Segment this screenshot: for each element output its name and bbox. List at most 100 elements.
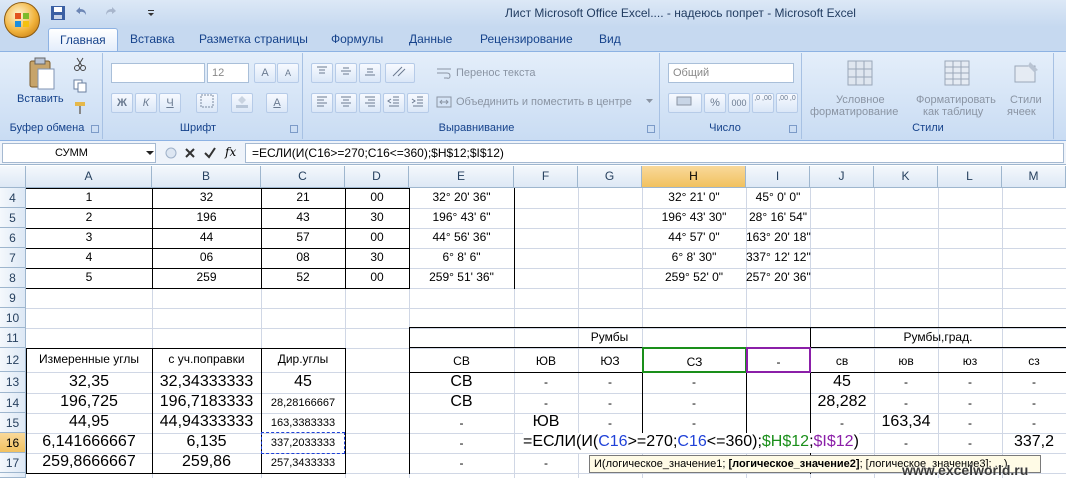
merge-dropdown-icon[interactable] (646, 99, 653, 104)
cell-l16[interactable]: - (938, 436, 1002, 450)
cell-g15[interactable]: - (578, 416, 642, 430)
row-header-15[interactable]: 15 (0, 413, 26, 433)
cell-b5[interactable]: 196 (152, 210, 261, 224)
wrap-text-button[interactable]: Перенос текста (456, 67, 536, 79)
cell-h6[interactable]: 44° 57' 0" (642, 230, 746, 244)
cell-f17[interactable]: - (514, 456, 578, 470)
cell-c5[interactable]: 43 (261, 210, 345, 224)
align-center-button[interactable] (335, 93, 357, 113)
cell-b15[interactable]: 44,94333333 (152, 413, 261, 431)
cell-k13[interactable]: - (874, 375, 938, 389)
font-color-button[interactable]: A (266, 93, 288, 113)
cell-c14[interactable]: 28,28166667 (261, 397, 345, 409)
select-all-corner[interactable] (0, 166, 26, 188)
col-header-j[interactable]: J (810, 166, 874, 188)
cell-g13[interactable]: - (578, 375, 642, 389)
cell-j13[interactable]: 45 (810, 373, 874, 391)
cell-a14[interactable]: 196,725 (26, 393, 152, 411)
cell-e4[interactable]: 32° 20' 36" (409, 190, 514, 204)
insert-function-button[interactable]: fx (225, 145, 236, 159)
cell-b4[interactable]: 32 (152, 190, 261, 204)
cell-h8[interactable]: 259° 52' 0" (642, 270, 746, 284)
cell-b8[interactable]: 259 (152, 270, 261, 284)
cell-e6[interactable]: 44° 56' 36" (409, 230, 514, 244)
cell-c7[interactable]: 08 (261, 250, 345, 264)
cell-f16-editing[interactable]: =ЕСЛИ(И(C16>=270;C16<=360);$H$12;$I$12) (523, 433, 859, 453)
cell-m15[interactable]: - (1002, 416, 1066, 430)
cell-l14[interactable]: - (938, 396, 1002, 410)
cell-a5[interactable]: 2 (26, 210, 152, 224)
col-header-a[interactable]: A (26, 166, 152, 188)
cell-a4[interactable]: 1 (26, 190, 152, 204)
format-as-table-label-1[interactable]: Форматировать (916, 94, 996, 106)
cell-k12[interactable]: юв (874, 354, 938, 368)
tab-view[interactable]: Вид (588, 28, 632, 51)
cell-a8[interactable]: 5 (26, 270, 152, 284)
cell-c16[interactable]: 337,2033333 (261, 432, 345, 454)
cell-k14[interactable]: - (874, 396, 938, 410)
cell-e14[interactable]: СВ (409, 393, 514, 411)
cell-i6[interactable]: 163° 20' 18" (746, 230, 811, 244)
number-launcher-icon[interactable] (789, 125, 797, 133)
align-top-button[interactable] (311, 63, 333, 83)
enter-icon[interactable] (203, 146, 217, 160)
row-header-14[interactable]: 14 (0, 393, 26, 413)
paste-icon[interactable] (24, 57, 60, 91)
cell-g14[interactable]: - (578, 396, 642, 410)
cell-e5[interactable]: 196° 43' 6" (409, 210, 514, 224)
cell-a17[interactable]: 259,8666667 (26, 453, 152, 471)
cell-l15[interactable]: - (938, 416, 1002, 430)
col-header-g[interactable]: G (578, 166, 642, 188)
align-middle-button[interactable] (335, 63, 357, 83)
cell-d6[interactable]: 00 (345, 230, 409, 244)
cell-e13[interactable]: СВ (409, 373, 514, 391)
cell-i5[interactable]: 28° 16' 54" (746, 210, 810, 224)
name-box-dropdown-icon[interactable] (146, 151, 154, 156)
col-header-c[interactable]: C (261, 166, 345, 188)
percent-button[interactable]: % (704, 93, 726, 113)
cell-a6[interactable]: 3 (26, 230, 152, 244)
cell-a13[interactable]: 32,35 (26, 373, 152, 391)
borders-button[interactable] (196, 93, 218, 113)
cell-h4[interactable]: 32° 21' 0" (642, 190, 746, 204)
underline-button[interactable]: Ч (159, 93, 181, 113)
font-size-combo[interactable]: 12 (207, 63, 249, 83)
cell-g12[interactable]: ЮЗ (578, 354, 642, 368)
italic-button[interactable]: К (135, 93, 157, 113)
cell-c4[interactable]: 21 (261, 190, 345, 204)
cell-b13[interactable]: 32,34333333 (152, 373, 261, 391)
row-header-9[interactable]: 9 (0, 288, 26, 308)
increase-decimal-button[interactable]: ,0 ,00 (752, 93, 774, 113)
cell-j12[interactable]: св (810, 354, 874, 368)
shrink-font-button[interactable]: A (277, 63, 299, 83)
row-header-11[interactable]: 11 (0, 328, 26, 348)
cell-f12[interactable]: ЮВ (514, 354, 578, 368)
align-bottom-button[interactable] (359, 63, 381, 83)
number-format-combo[interactable]: Общий (668, 63, 794, 83)
row-header-13[interactable]: 13 (0, 372, 26, 393)
tab-formulas[interactable]: Формулы (320, 28, 394, 51)
office-button[interactable] (4, 2, 40, 38)
clipboard-launcher-icon[interactable] (91, 125, 99, 133)
cell-i12[interactable]: - (746, 347, 811, 373)
qat-customize-icon[interactable] (146, 5, 156, 21)
tab-data[interactable]: Данные (398, 28, 463, 51)
col-header-d[interactable]: D (345, 166, 409, 188)
undo-icon[interactable] (72, 5, 88, 21)
accounting-format-button[interactable] (668, 93, 702, 113)
cell-i7[interactable]: 337° 12' 12" (746, 250, 811, 264)
cell-l13[interactable]: - (938, 375, 1002, 389)
cell-c12[interactable]: Дир.углы (261, 352, 345, 366)
row-header-16[interactable]: 16 (0, 433, 26, 453)
cell-h5[interactable]: 196° 43' 30" (642, 210, 746, 224)
cell-e8[interactable]: 259° 51' 36" (409, 270, 514, 284)
cell-k16[interactable]: - (874, 436, 938, 450)
cell-c13[interactable]: 45 (261, 373, 345, 391)
cell-h14[interactable]: - (642, 396, 746, 410)
cell-d7[interactable]: 30 (345, 250, 409, 264)
cell-h13[interactable]: - (642, 375, 746, 389)
decrease-indent-button[interactable] (383, 93, 405, 113)
alignment-launcher-icon[interactable] (647, 125, 655, 133)
row-header-18[interactable] (0, 473, 26, 478)
cell-b6[interactable]: 44 (152, 230, 261, 244)
